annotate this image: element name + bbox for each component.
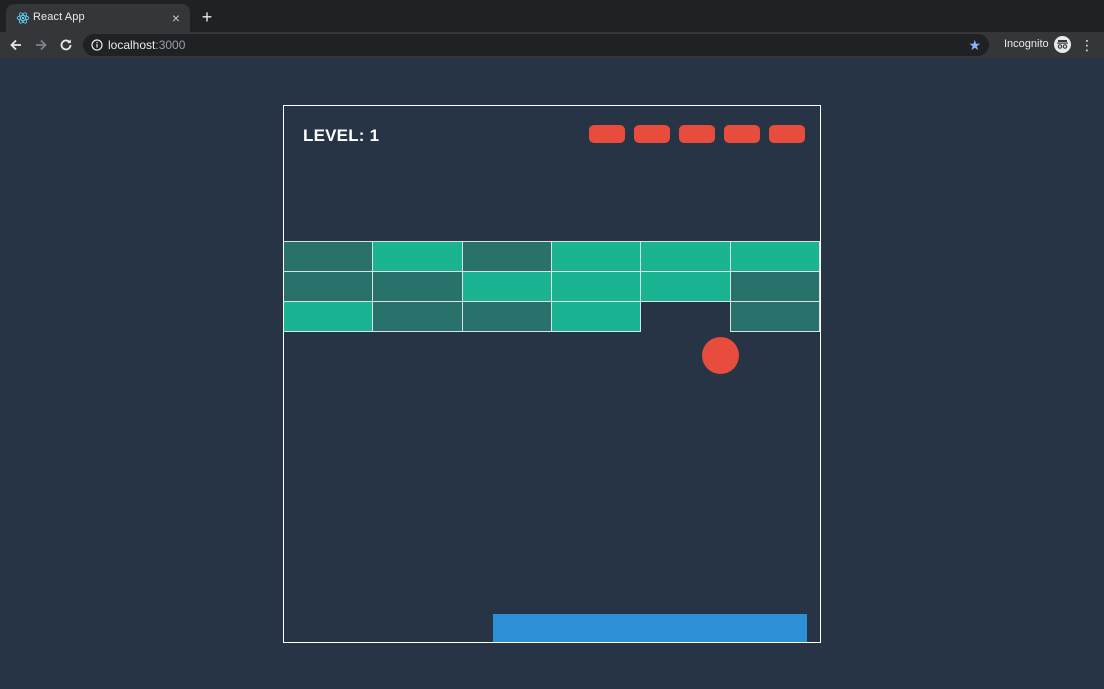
kebab-menu-icon[interactable]: ⋮ [1080, 36, 1094, 54]
life-indicator [634, 125, 670, 143]
life-indicator [589, 125, 625, 143]
brick [551, 271, 641, 302]
forward-arrow-icon[interactable] [32, 36, 50, 54]
game-board[interactable]: LEVEL: 1 [283, 105, 821, 643]
brick [640, 271, 731, 302]
brick [462, 301, 552, 332]
brick [284, 301, 373, 332]
brick [730, 271, 820, 302]
life-indicator [724, 125, 760, 143]
incognito-icon[interactable] [1054, 36, 1071, 53]
brick [372, 301, 463, 332]
react-logo-icon [16, 12, 30, 24]
level-indicator: LEVEL: 1 [303, 126, 380, 145]
brick [284, 241, 373, 272]
browser-tab-strip: React App × + [0, 0, 1104, 32]
brick [551, 241, 641, 272]
brick [372, 271, 463, 302]
incognito-label: Incognito [1004, 38, 1049, 50]
ball [702, 337, 739, 374]
life-indicator [769, 125, 805, 143]
brick [730, 301, 820, 332]
brick [462, 271, 552, 302]
tab-close-icon[interactable]: × [168, 10, 184, 26]
info-icon[interactable] [91, 39, 103, 51]
brick [640, 241, 731, 272]
url-text: localhost:3000 [108, 38, 185, 52]
address-bar[interactable]: localhost:3000 ★ [83, 34, 989, 56]
brick [551, 301, 641, 332]
tab-title: React App [33, 11, 85, 23]
brick [284, 271, 373, 302]
browser-toolbar: localhost:3000 ★ Incognito ⋮ [0, 32, 1104, 58]
url-host: localhost [108, 38, 156, 52]
life-indicator [679, 125, 715, 143]
back-arrow-icon[interactable] [7, 36, 25, 54]
paddle[interactable] [493, 614, 807, 642]
new-tab-icon[interactable]: + [198, 8, 216, 26]
reload-icon[interactable] [57, 36, 75, 54]
url-port: :3000 [155, 38, 186, 52]
brick [730, 241, 820, 272]
brick [462, 241, 552, 272]
bookmark-star-icon[interactable]: ★ [968, 36, 981, 54]
browser-tab[interactable]: React App × [6, 4, 190, 32]
brick [372, 241, 463, 272]
